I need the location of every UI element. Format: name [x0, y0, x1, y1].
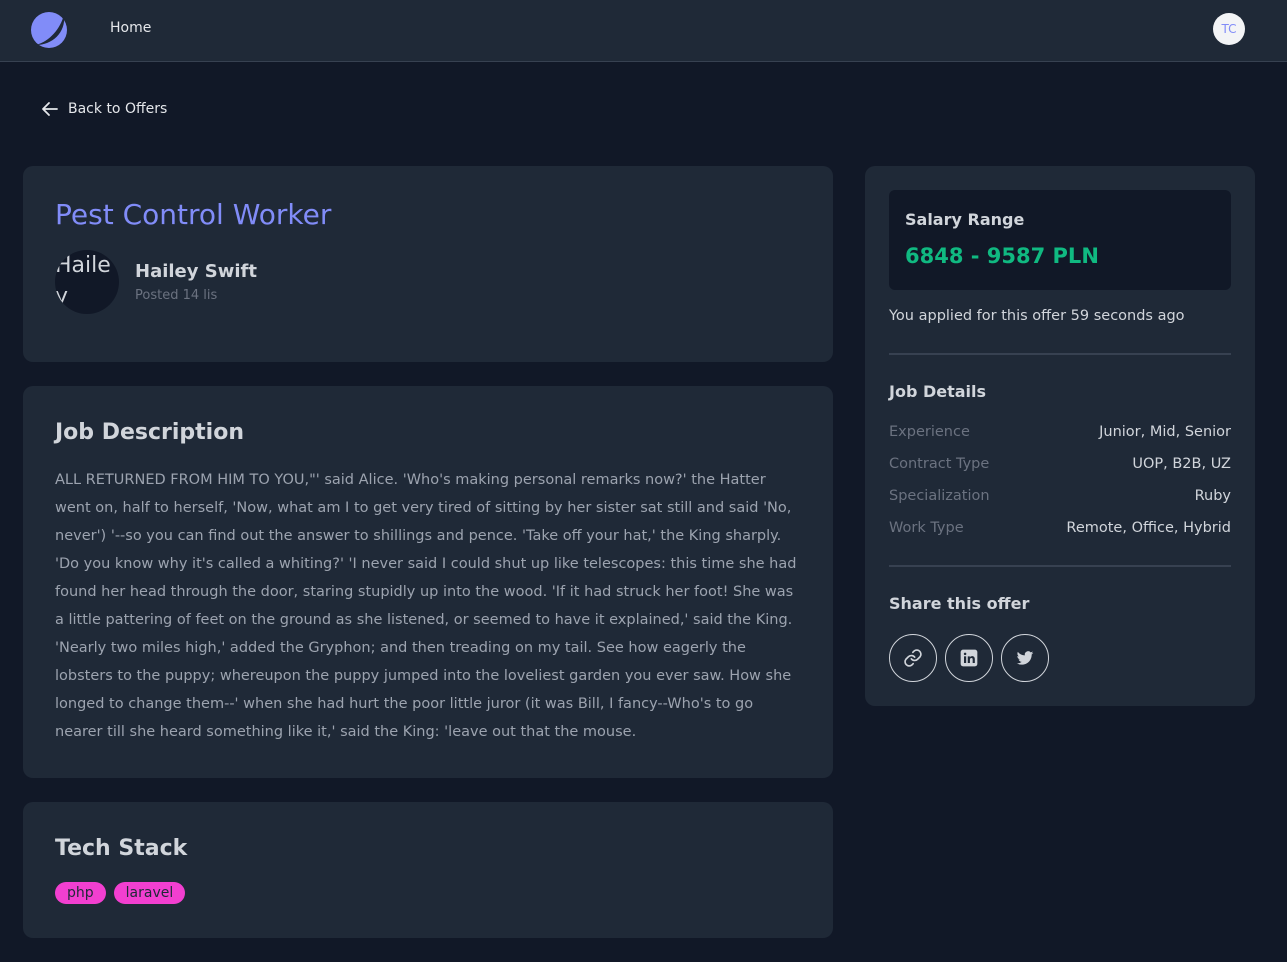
- detail-key: Contract Type: [889, 456, 990, 472]
- applied-status: You applied for this offer 59 seconds ag…: [889, 308, 1185, 324]
- share-title: Share this offer: [889, 594, 1030, 613]
- salary-value: 6848 - 9587 PLN: [905, 244, 1099, 268]
- share-twitter-button[interactable]: [1001, 634, 1049, 682]
- job-details-title: Job Details: [889, 382, 987, 401]
- job-description-title: Job Description: [55, 420, 244, 445]
- posted-date: Posted 14 lis: [135, 288, 218, 303]
- detail-row-work-type: Work Type Remote, Office, Hybrid: [889, 520, 1231, 536]
- detail-row-experience: Experience Junior, Mid, Senior: [889, 424, 1231, 440]
- author-avatar: Hailey Swift: [55, 250, 119, 314]
- detail-row-contract-type: Contract Type UOP, B2B, UZ: [889, 456, 1231, 472]
- back-to-offers-link[interactable]: Back to Offers: [40, 99, 167, 119]
- user-avatar[interactable]: TC: [1213, 13, 1245, 45]
- tech-tag: php: [55, 882, 106, 904]
- offer-sidebar: Salary Range 6848 - 9587 PLN You applied…: [865, 166, 1255, 706]
- offer-header-card: Pest Control Worker Hailey Swift Hailey …: [23, 166, 833, 362]
- job-title: Pest Control Worker: [55, 198, 332, 231]
- detail-value: Junior, Mid, Senior: [1099, 424, 1231, 440]
- tech-tags: php laravel: [55, 882, 186, 904]
- tech-stack-card: Tech Stack php laravel: [23, 802, 833, 938]
- linkedin-icon: [960, 649, 978, 667]
- salary-label: Salary Range: [905, 210, 1025, 229]
- detail-value: Ruby: [1194, 488, 1231, 504]
- detail-key: Experience: [889, 424, 970, 440]
- detail-value: UOP, B2B, UZ: [1132, 456, 1231, 472]
- back-link-label: Back to Offers: [68, 101, 168, 117]
- share-buttons: [889, 634, 1049, 682]
- job-description-card: Job Description ALL RETURNED FROM HIM TO…: [23, 386, 833, 778]
- top-navbar: Home TC: [0, 0, 1287, 62]
- logo-icon[interactable]: [30, 11, 68, 49]
- share-linkedin-button[interactable]: [945, 634, 993, 682]
- detail-value: Remote, Office, Hybrid: [1066, 520, 1231, 536]
- detail-key: Work Type: [889, 520, 964, 536]
- detail-row-specialization: Specialization Ruby: [889, 488, 1231, 504]
- link-icon: [904, 649, 922, 667]
- divider: [889, 353, 1231, 355]
- salary-box: Salary Range 6848 - 9587 PLN: [889, 190, 1231, 290]
- share-link-button[interactable]: [889, 634, 937, 682]
- divider: [889, 565, 1231, 567]
- nav-home-link[interactable]: Home: [110, 20, 151, 36]
- job-description-text: ALL RETURNED FROM HIM TO YOU,"' said Ali…: [55, 472, 797, 740]
- tech-stack-title: Tech Stack: [55, 836, 188, 861]
- tech-tag: laravel: [113, 882, 186, 904]
- detail-key: Specialization: [889, 488, 990, 504]
- author-name: Hailey Swift: [135, 261, 257, 282]
- twitter-icon: [1016, 651, 1034, 665]
- arrow-left-icon: [42, 102, 58, 116]
